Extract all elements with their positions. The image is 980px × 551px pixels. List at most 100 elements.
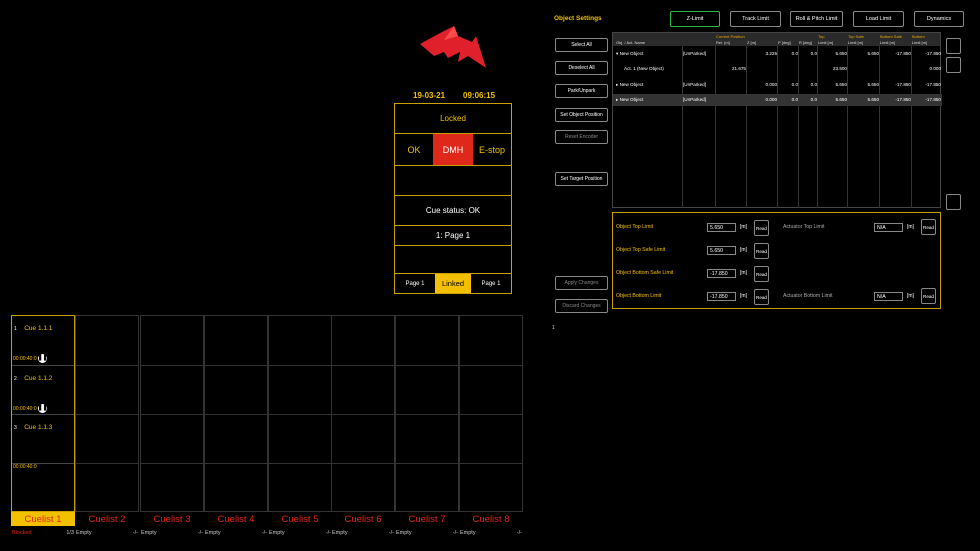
table-column-header[interactable]: P [deg] <box>778 40 791 45</box>
bottom-limit-label: Object Bottom Limit <box>616 293 662 299</box>
read-button[interactable]: Read <box>754 266 769 282</box>
cuelist-tab-6[interactable]: Cuelist 6 <box>331 512 395 526</box>
table-row[interactable]: Act. 1 (New Object) 21.675 23.500 0.000 <box>613 63 942 75</box>
reset-encoderbutton[interactable]: Reset Encoder <box>555 130 608 144</box>
read-button[interactable]: Read <box>754 243 769 259</box>
table-column-header[interactable]: Limit [m] <box>848 40 863 45</box>
table-row[interactable]: ▸ New Object [UnParked] 0.000 0.0 0.0 5.650 5.… <box>613 79 942 91</box>
actuator-top-limit-input[interactable]: N/A <box>874 223 903 232</box>
cuelist-column[interactable] <box>75 315 139 512</box>
dmh-button[interactable]: DMH <box>433 134 473 165</box>
hold-icon: ❚❚ <box>37 354 48 363</box>
table-column-header[interactable]: Limit [m] <box>880 40 895 45</box>
cuelist-tab-1[interactable]: Cuelist 1 <box>11 512 75 526</box>
table-cell-r <box>799 63 817 75</box>
table-cell-park: [UnParked] <box>683 51 706 56</box>
read-button[interactable]: Read <box>921 219 936 235</box>
table-cell-botsafe <box>880 63 911 75</box>
cuelist-column[interactable] <box>331 315 395 512</box>
cuelist-column[interactable] <box>459 315 523 512</box>
date-display: 19-03-21 <box>413 91 446 100</box>
top-limit-input[interactable]: 5.650 <box>707 223 736 232</box>
table-column-header[interactable]: R [deg] <box>799 40 812 45</box>
table-cell-botsafe: -17.850 <box>895 51 911 56</box>
unit-label: [m] <box>740 224 747 230</box>
table-cell-p <box>778 63 798 75</box>
read-button[interactable]: Read <box>754 220 769 236</box>
cuelist-tab-3[interactable]: Cuelist 3 <box>140 512 204 526</box>
table-cell-name: ▾ New Object <box>616 51 644 56</box>
table-row[interactable]: ▸ New Object [UnParked] 0.000 0.0 0.0 5.650 5.… <box>613 94 942 106</box>
read-button[interactable]: Read <box>754 289 769 305</box>
top-safe-limit-input[interactable]: 5.650 <box>707 246 736 255</box>
table-column-header[interactable]: Limit [m] <box>912 40 927 45</box>
discard-changes-button[interactable]: Discard Changes <box>555 299 608 313</box>
linked-toggle[interactable]: Linked <box>435 274 471 293</box>
table-cell-topsafe <box>848 63 879 75</box>
cuelist-tab-7[interactable]: Cuelist 7 <box>395 512 459 526</box>
scroll-down-button[interactable] <box>946 194 961 210</box>
cuelist-state: Empty <box>396 529 412 536</box>
cue-name: Cue 1.1.2 <box>24 375 53 382</box>
cuelist-tab-4[interactable]: Cuelist 4 <box>204 512 268 526</box>
table-column-header[interactable]: Rel. [m] <box>716 40 730 45</box>
tab-roll-pitch-limit[interactable]: Roll & Pitch Limit <box>790 11 843 27</box>
scroll-mid-button[interactable] <box>946 57 961 73</box>
cuelist-column[interactable]: 1 Cue 1.1.1 00:00:40:0 ❚❚ 2 Cue 1.1.2 00… <box>11 315 75 512</box>
cue-item[interactable]: 3 Cue 1.1.3 <box>14 416 52 434</box>
table-cell-r: 0.0 <box>810 82 817 87</box>
ok-button[interactable]: OK <box>395 134 433 165</box>
tab-load-limit[interactable]: Load Limit <box>853 11 904 27</box>
read-button[interactable]: Read <box>921 288 936 304</box>
cue-item[interactable]: 1 Cue 1.1.1 <box>14 317 52 335</box>
cuelist-column[interactable] <box>268 315 332 512</box>
cuelist-tab-2[interactable]: Cuelist 2 <box>75 512 139 526</box>
current-page-text: 1: Page 1 <box>395 226 511 246</box>
cuelist-column[interactable] <box>204 315 268 512</box>
page-right-button[interactable]: Page 1 <box>471 274 511 293</box>
table-column-header[interactable]: Limit [m] <box>818 40 833 45</box>
cue-number: 2 <box>14 376 17 382</box>
table-cell-top: 23.500 <box>832 66 847 71</box>
cue-name: Cue 1.1.1 <box>24 325 53 332</box>
actuator-bottom-limit-input[interactable]: N/A <box>874 292 903 301</box>
cuelist-footer: Empty -/- <box>140 527 204 538</box>
table-cell-botsafe: -17.850 <box>895 82 911 87</box>
bottom-safe-limit-input[interactable]: -17.850 <box>707 269 736 278</box>
deselect-allbutton[interactable]: Deselect All <box>555 61 608 75</box>
park-unparkbutton[interactable]: Park/Unpark <box>555 84 608 98</box>
table-cell-z: 3.225 <box>765 51 778 56</box>
table-group-header: Top <box>818 34 825 39</box>
table-cell-r: 0.0 <box>810 97 817 102</box>
tab-track-limit[interactable]: Track Limit <box>730 11 781 27</box>
apply-changes-button[interactable]: Apply Changes <box>555 276 608 290</box>
cuelist-tab-5[interactable]: Cuelist 5 <box>268 512 332 526</box>
cuelist-count: -/- <box>261 529 267 536</box>
table-column-header[interactable]: Obj. / Act. Name <box>616 40 645 45</box>
tab-dynamics[interactable]: Dynamics <box>914 11 964 27</box>
set-target-positionbutton[interactable]: Set Target Position <box>555 172 608 186</box>
scroll-up-button[interactable] <box>946 38 961 54</box>
bottom-limit-input[interactable]: -17.850 <box>707 292 736 301</box>
cue-item[interactable]: 2 Cue 1.1.2 <box>14 367 52 385</box>
table-cell-rel <box>716 94 746 106</box>
cuelist-column[interactable] <box>140 315 204 512</box>
page-indicator: 1 <box>552 325 555 331</box>
cue-status-text: Cue status: OK <box>395 196 511 226</box>
page-left-button[interactable]: Page 1 <box>395 274 435 293</box>
cuelist-tab-8[interactable]: Cuelist 8 <box>459 512 523 526</box>
select-allbutton[interactable]: Select All <box>555 38 608 52</box>
set-object-positionbutton[interactable]: Set Object Position <box>555 108 608 122</box>
table-row[interactable]: ▾ New Object [UnParked] 3.225 0.0 0.0 5.650 5.… <box>613 48 942 60</box>
top-safe-limit-label: Object Top Safe Limit <box>616 247 666 253</box>
table-cell-name: ▸ New Object <box>616 82 644 87</box>
table-cell-park <box>683 63 715 75</box>
table-cell-top: 5.650 <box>835 82 848 87</box>
table-column-header[interactable]: Z [m] <box>747 40 756 45</box>
unit-label: [m] <box>740 247 747 253</box>
table-cell-p: 0.0 <box>791 51 798 56</box>
cuelist-column[interactable] <box>395 315 459 512</box>
estop-button[interactable]: E-stop <box>473 134 511 165</box>
tab-z-limit[interactable]: Z-Limit <box>670 11 720 27</box>
table-cell-name: ▸ New Object <box>616 97 644 102</box>
